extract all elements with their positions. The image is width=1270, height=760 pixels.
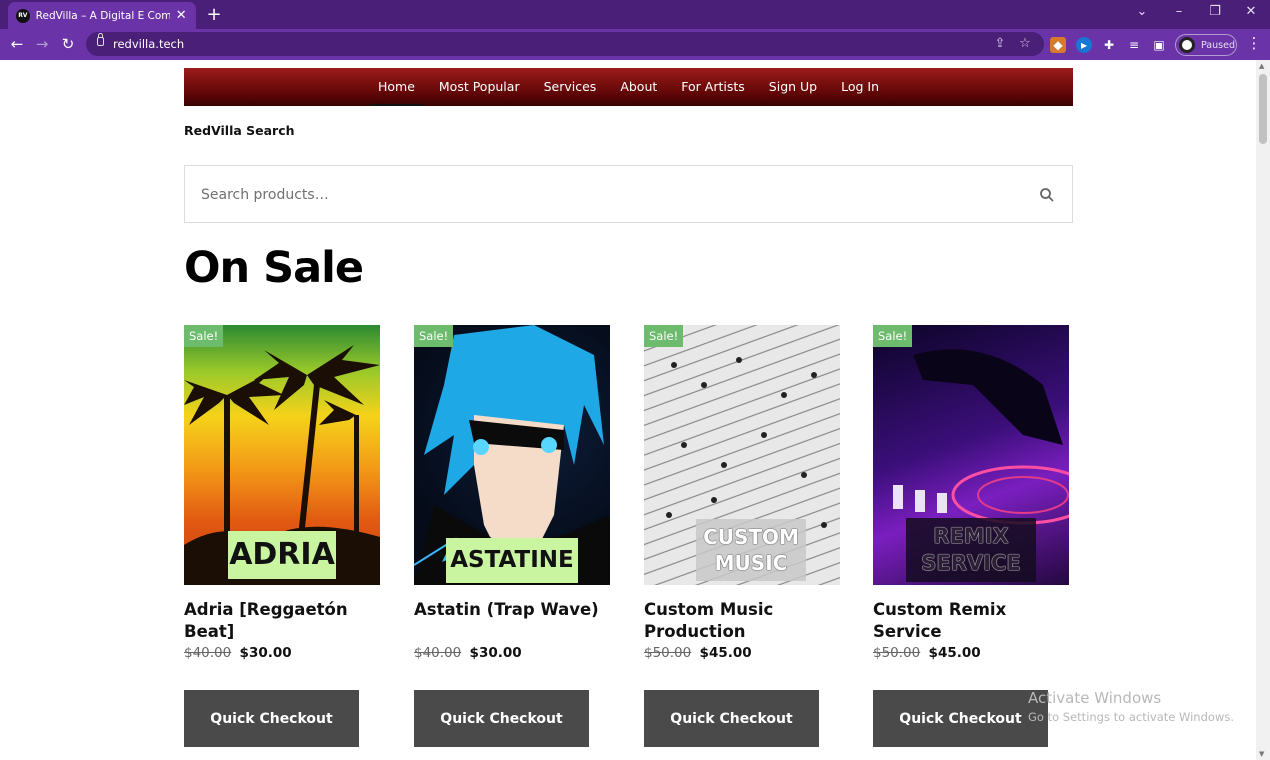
scroll-up-arrow-icon[interactable]: ▲ [1259, 62, 1264, 70]
metamask-extension-icon[interactable]: ◆ [1050, 37, 1066, 53]
sale-price: $45.00 [928, 645, 981, 661]
share-icon[interactable]: ⇪ [991, 36, 1009, 51]
art-label-line-2: SERVICE [921, 551, 1021, 575]
sale-price: $30.00 [239, 645, 292, 661]
quick-checkout-button[interactable]: Quick Checkout [644, 690, 819, 747]
product-art-label: ASTATINE [446, 538, 578, 583]
site-navigation: Home Most Popular Services About For Art… [184, 68, 1073, 106]
product-name[interactable]: Astatin (Trap Wave) [414, 599, 610, 643]
quick-checkout-button[interactable]: Quick Checkout [184, 690, 359, 747]
browser-toolbar: ← → ↻ redvilla.tech ⇪ ☆ ◆ ▸ ✚ ≡ ▣ Paused… [0, 29, 1270, 60]
sale-badge: Sale! [414, 325, 454, 347]
sale-badge: Sale! [644, 325, 684, 347]
original-price: $40.00 [184, 645, 232, 661]
back-arrow-icon[interactable]: ← [7, 35, 27, 53]
minimize-button[interactable]: – [1169, 4, 1189, 19]
scrollbar-thumb[interactable] [1259, 74, 1267, 144]
page-viewport: Home Most Popular Services About For Art… [0, 60, 1256, 760]
reload-icon[interactable]: ↻ [58, 35, 78, 53]
nav-home[interactable]: Home [369, 68, 423, 106]
product-card: Sale! ADRIA Adria [Reggaetón Beat] $40.0… [184, 325, 380, 747]
product-name[interactable]: Custom Remix Service [873, 599, 1069, 643]
bookmark-star-icon[interactable]: ☆ [1016, 36, 1034, 51]
side-panel-icon[interactable]: ▣ [1151, 37, 1167, 53]
profile-button[interactable]: Paused [1175, 34, 1237, 56]
product-image-remix-service[interactable]: Sale! REMIX SERVICE [873, 325, 1069, 585]
browser-tab-bar: RV RedVilla – A Digital E Commerce ✕ + ⌄… [0, 0, 1270, 29]
nav-sign-up[interactable]: Sign Up [769, 68, 817, 106]
product-card: Sale! REMIX SERVICE Custom Remix Service… [873, 325, 1069, 747]
product-image-custom-music[interactable]: Sale! CUSTOM MUSIC [644, 325, 840, 585]
product-price: $40.00 $30.00 [414, 645, 610, 661]
product-name[interactable]: Custom Music Production [644, 599, 840, 643]
close-tab-icon[interactable]: ✕ [174, 8, 188, 23]
restore-button[interactable]: ❐ [1205, 4, 1225, 19]
art-label-line-1: REMIX [933, 524, 1009, 548]
nav-about[interactable]: About [620, 68, 657, 106]
new-tab-button[interactable]: + [204, 4, 224, 25]
avatar [1179, 37, 1195, 53]
product-price: $50.00 $45.00 [644, 645, 840, 661]
sale-price: $30.00 [469, 645, 522, 661]
search-icon[interactable] [1038, 186, 1056, 204]
forward-arrow-icon[interactable]: → [32, 35, 52, 53]
page-scrollbar[interactable]: ▲ ▼ [1256, 60, 1270, 760]
scroll-down-arrow-icon[interactable]: ▼ [1259, 750, 1264, 758]
windows-activation-watermark: Activate Windows Go to Settings to activ… [1028, 689, 1234, 724]
product-art-label: REMIX SERVICE [906, 518, 1036, 582]
sale-price: $45.00 [699, 645, 752, 661]
site-favicon-icon: RV [16, 8, 30, 23]
on-sale-heading: On Sale [184, 243, 364, 293]
browser-tab[interactable]: RV RedVilla – A Digital E Commerce ✕ [8, 2, 196, 29]
original-price: $50.00 [873, 645, 921, 661]
product-image-adria[interactable]: Sale! ADRIA [184, 325, 380, 585]
url-text[interactable]: redvilla.tech [113, 37, 184, 51]
lock-icon[interactable] [97, 33, 104, 46]
close-window-button[interactable]: ✕ [1241, 4, 1261, 19]
search-input[interactable] [201, 184, 1001, 206]
tab-search-icon[interactable]: ⌄ [1132, 4, 1152, 19]
nav-most-popular[interactable]: Most Popular [439, 68, 520, 106]
original-price: $50.00 [644, 645, 692, 661]
quick-checkout-button[interactable]: Quick Checkout [414, 690, 589, 747]
search-heading: RedVilla Search [184, 123, 295, 138]
product-image-astatine[interactable]: Sale! ASTATINE [414, 325, 610, 585]
art-label-line-2: MUSIC [714, 551, 788, 575]
sale-badge: Sale! [184, 325, 224, 347]
product-name[interactable]: Adria [Reggaetón Beat] [184, 599, 380, 643]
product-card: Sale! CUSTOM MUSIC Custom Music Producti… [644, 325, 840, 747]
art-label-line-1: CUSTOM [703, 525, 799, 549]
nav-for-artists[interactable]: For Artists [681, 68, 745, 106]
product-card: Sale! ASTATINE Astatin (Trap Wave) $40.0… [414, 325, 610, 747]
address-bar[interactable]: redvilla.tech ⇪ ☆ [86, 32, 1044, 56]
nav-log-in[interactable]: Log In [841, 68, 879, 106]
media-extension-icon[interactable]: ▸ [1076, 37, 1092, 53]
product-price: $50.00 $45.00 [873, 645, 1069, 661]
sale-badge: Sale! [873, 325, 913, 347]
original-price: $40.00 [414, 645, 462, 661]
quick-checkout-button[interactable]: Quick Checkout [873, 690, 1048, 747]
tab-title: RedVilla – A Digital E Commerce [35, 9, 171, 22]
product-search-box [184, 165, 1073, 223]
profile-status: Paused [1201, 39, 1235, 51]
product-price: $40.00 $30.00 [184, 645, 380, 661]
watermark-title: Activate Windows [1028, 689, 1162, 707]
reading-list-icon[interactable]: ≡ [1126, 37, 1142, 53]
product-art-label: CUSTOM MUSIC [696, 519, 806, 581]
watermark-subtitle: Go to Settings to activate Windows. [1028, 710, 1234, 724]
extensions-puzzle-icon[interactable]: ✚ [1101, 37, 1117, 53]
product-art-label: ADRIA [228, 531, 336, 579]
nav-services[interactable]: Services [544, 68, 597, 106]
browser-menu-icon[interactable]: ⋮ [1244, 34, 1264, 52]
